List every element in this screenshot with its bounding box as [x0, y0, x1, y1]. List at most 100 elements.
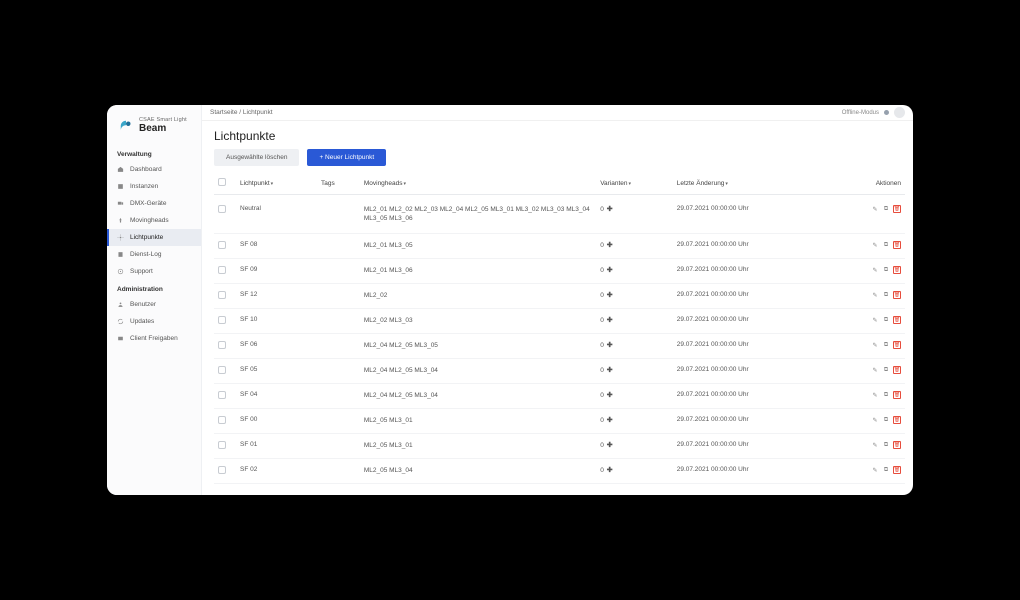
plus-icon: ✚ [605, 242, 613, 249]
edit-icon[interactable]: ✎ [871, 316, 879, 324]
delete-icon[interactable]: 🗑 [893, 416, 901, 424]
edit-icon[interactable]: ✎ [871, 391, 879, 399]
devices-icon [117, 200, 124, 207]
edit-icon[interactable]: ✎ [871, 205, 879, 213]
plus-icon: ✚ [605, 417, 613, 424]
sidebar-item-support[interactable]: Support [107, 263, 201, 280]
sidebar-item-label: Movingheads [130, 217, 169, 224]
row-checkbox[interactable] [218, 416, 226, 424]
copy-icon[interactable]: ⧉ [882, 205, 890, 213]
table-row: SF 02ML2_05 ML3_040 ✚29.07.2021 00:00:00… [214, 459, 905, 484]
sort-caret-icon: ▾ [404, 181, 407, 187]
sidebar-item-benutzer[interactable]: Benutzer [107, 296, 201, 313]
copy-icon[interactable]: ⧉ [882, 241, 890, 249]
edit-icon[interactable]: ✎ [871, 366, 879, 374]
row-checkbox[interactable] [218, 341, 226, 349]
sidebar-item-label: DMX-Geräte [130, 200, 166, 207]
edit-icon[interactable]: ✎ [871, 341, 879, 349]
copy-icon[interactable]: ⧉ [882, 366, 890, 374]
avatar[interactable] [894, 107, 905, 118]
delete-icon[interactable]: 🗑 [893, 316, 901, 324]
select-all-checkbox[interactable] [218, 178, 226, 186]
cell-tags [317, 309, 360, 334]
edit-icon[interactable]: ✎ [871, 266, 879, 274]
sidebar-item-lichtpunkte[interactable]: Lichtpunkte [107, 229, 201, 246]
cell-actions: ✎⧉🗑 [830, 409, 905, 434]
edit-icon[interactable]: ✎ [871, 241, 879, 249]
cell-letzte-aenderung: 29.07.2021 00:00:00 Uhr [673, 284, 830, 309]
col-tags[interactable]: Tags [317, 174, 360, 195]
nav-section-administration: Administration [107, 280, 201, 296]
cell-movingheads: ML2_05 ML3_01 [360, 434, 596, 459]
row-checkbox[interactable] [218, 391, 226, 399]
cell-tags [317, 359, 360, 384]
new-lichtpunkt-button[interactable]: + Neuer Lichtpunkt [307, 149, 386, 166]
table-row: SF 00ML2_05 ML3_010 ✚29.07.2021 00:00:00… [214, 409, 905, 434]
delete-icon[interactable]: 🗑 [893, 366, 901, 374]
row-checkbox[interactable] [218, 441, 226, 449]
cell-letzte-aenderung: 29.07.2021 00:00:00 Uhr [673, 334, 830, 359]
edit-icon[interactable]: ✎ [871, 416, 879, 424]
plus-icon: ✚ [605, 467, 613, 474]
row-checkbox[interactable] [218, 366, 226, 374]
cell-lichtpunkt: SF 02 [236, 459, 317, 484]
delete-icon[interactable]: 🗑 [893, 266, 901, 274]
delete-icon[interactable]: 🗑 [893, 441, 901, 449]
row-checkbox[interactable] [218, 266, 226, 274]
delete-icon[interactable]: 🗑 [893, 341, 901, 349]
sidebar-item-label: Updates [130, 318, 154, 325]
copy-icon[interactable]: ⧉ [882, 341, 890, 349]
copy-icon[interactable]: ⧉ [882, 466, 890, 474]
copy-icon[interactable]: ⧉ [882, 416, 890, 424]
col-movingheads[interactable]: Movingheads▾ [360, 174, 596, 195]
col-letzte-aenderung[interactable]: Letzte Änderung▾ [673, 174, 830, 195]
edit-icon[interactable]: ✎ [871, 441, 879, 449]
delete-selected-button[interactable]: Ausgewählte löschen [214, 149, 299, 166]
row-checkbox[interactable] [218, 205, 226, 213]
row-checkbox[interactable] [218, 316, 226, 324]
copy-icon[interactable]: ⧉ [882, 441, 890, 449]
cell-movingheads: ML2_04 ML2_05 ML3_04 [360, 384, 596, 409]
delete-icon[interactable]: 🗑 [893, 466, 901, 474]
delete-icon[interactable]: 🗑 [893, 391, 901, 399]
sidebar-item-instanzen[interactable]: Instanzen [107, 178, 201, 195]
cell-actions: ✎⧉🗑 [830, 459, 905, 484]
cell-varianten: 0 ✚ [596, 284, 673, 309]
sort-caret-icon: ▾ [725, 181, 728, 187]
table-container[interactable]: Lichtpunkt▾ Tags Movingheads▾ Varianten▾… [202, 174, 913, 495]
row-checkbox[interactable] [218, 291, 226, 299]
copy-icon[interactable]: ⧉ [882, 291, 890, 299]
copy-icon[interactable]: ⧉ [882, 316, 890, 324]
cell-movingheads: ML2_04 ML2_05 ML3_04 [360, 359, 596, 384]
table-row: SF 05ML2_04 ML2_05 ML3_040 ✚29.07.2021 0… [214, 359, 905, 384]
brand-logo: CSAE Smart Light Beam [107, 113, 201, 145]
cell-movingheads: ML2_05 ML3_04 [360, 459, 596, 484]
sidebar-item-dienst-log[interactable]: Dienst-Log [107, 246, 201, 263]
offline-status-dot-icon [884, 110, 889, 115]
copy-icon[interactable]: ⧉ [882, 391, 890, 399]
sidebar-item-client-freigaben[interactable]: Client Freigaben [107, 330, 201, 347]
sidebar-item-updates[interactable]: Updates [107, 313, 201, 330]
col-varianten[interactable]: Varianten▾ [596, 174, 673, 195]
edit-icon[interactable]: ✎ [871, 466, 879, 474]
sidebar-item-movingheads[interactable]: Movingheads [107, 212, 201, 229]
sidebar: CSAE Smart Light Beam Verwaltung Dashboa… [107, 105, 202, 495]
row-checkbox[interactable] [218, 466, 226, 474]
edit-icon[interactable]: ✎ [871, 291, 879, 299]
sidebar-item-dmx-geraete[interactable]: DMX-Geräte [107, 195, 201, 212]
row-checkbox[interactable] [218, 241, 226, 249]
cell-lichtpunkt: SF 00 [236, 409, 317, 434]
col-lichtpunkt[interactable]: Lichtpunkt▾ [236, 174, 317, 195]
delete-icon[interactable]: 🗑 [893, 291, 901, 299]
delete-icon[interactable]: 🗑 [893, 241, 901, 249]
cell-actions: ✎⧉🗑 [830, 234, 905, 259]
cell-movingheads: ML2_05 ML3_01 [360, 409, 596, 434]
delete-icon[interactable]: 🗑 [893, 205, 901, 213]
plus-icon: ✚ [605, 367, 613, 374]
cell-tags [317, 284, 360, 309]
sidebar-item-dashboard[interactable]: Dashboard [107, 161, 201, 178]
copy-icon[interactable]: ⧉ [882, 266, 890, 274]
table-row: SF 08ML2_01 ML3_050 ✚29.07.2021 00:00:00… [214, 234, 905, 259]
sidebar-item-label: Dienst-Log [130, 251, 161, 258]
sidebar-item-label: Lichtpunkte [130, 234, 163, 241]
